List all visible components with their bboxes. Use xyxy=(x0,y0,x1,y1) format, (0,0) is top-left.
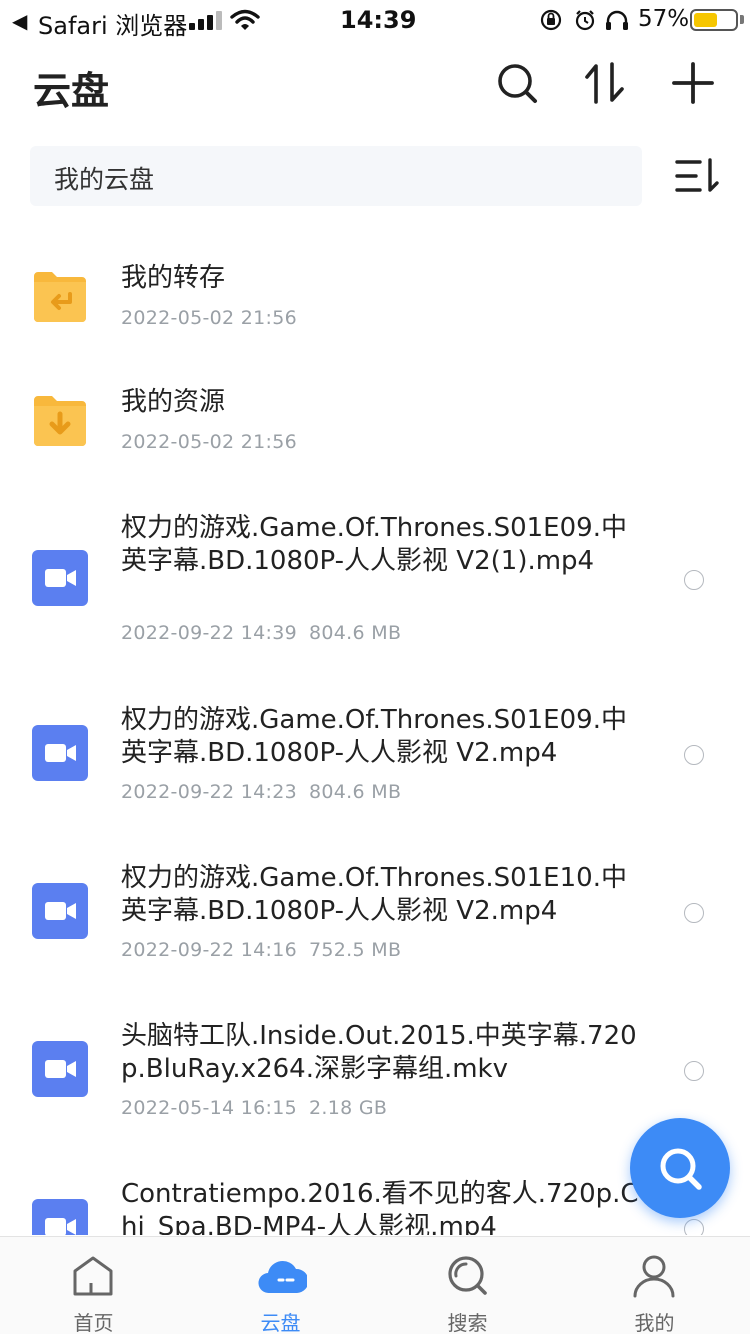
battery-fill xyxy=(694,13,717,27)
sort-icon[interactable] xyxy=(674,156,720,196)
file-name: 我的资源 xyxy=(121,387,226,417)
status-icons xyxy=(540,9,628,31)
file-row[interactable]: 权力的游戏.Game.Of.Thrones.S01E09.中英字幕.BD.108… xyxy=(0,490,750,644)
folder-row[interactable]: 我的资源 2022-05-02 21:56 xyxy=(0,354,750,453)
file-name: 权力的游戏.Game.Of.Thrones.S01E09.中英字幕.BD.108… xyxy=(121,705,627,768)
tab-home[interactable]: 首页 xyxy=(0,1237,187,1334)
file-name: Contratiempo.2016.看不见的客人.720p.Chi_Spa.BD… xyxy=(121,1179,639,1235)
select-checkbox[interactable] xyxy=(684,1061,704,1081)
alarm-icon xyxy=(575,10,595,31)
file-size: 804.6 MB xyxy=(309,622,402,644)
search-icon[interactable] xyxy=(494,60,540,106)
status-bar: ◀ Safari 浏览器 14:39 57% xyxy=(0,0,750,40)
file-name: 头脑特工队.Inside.Out.2015.中英字幕.720p.BluRay.x… xyxy=(121,1021,637,1084)
battery-tip xyxy=(740,15,744,24)
home-icon xyxy=(73,1256,113,1296)
file-row[interactable]: 头脑特工队.Inside.Out.2015.中英字幕.720p.BluRay.x… xyxy=(0,1000,750,1119)
file-row[interactable]: 权力的游戏.Game.Of.Thrones.S01E10.中英字幕.BD.108… xyxy=(0,840,750,961)
file-name: 我的转存 xyxy=(121,263,226,293)
battery-icon xyxy=(690,9,738,31)
battery-percent: 57% xyxy=(638,6,690,32)
file-date: 2022-09-22 14:39 xyxy=(121,622,298,644)
back-app-label[interactable]: Safari 浏览器 xyxy=(38,6,187,41)
wifi-icon xyxy=(230,9,260,30)
back-arrow-icon[interactable]: ◀ xyxy=(12,9,27,33)
profile-icon xyxy=(633,1255,675,1298)
file-size: 2.18 GB xyxy=(309,1097,388,1119)
search-icon xyxy=(448,1256,487,1295)
video-file-icon xyxy=(32,1041,88,1097)
clock: 14:39 xyxy=(340,6,417,34)
orientation-lock-icon xyxy=(540,9,562,31)
file-name: 权力的游戏.Game.Of.Thrones.S01E10.中英字幕.BD.108… xyxy=(121,863,627,926)
file-meta: 2022-09-22 14:23 804.6 MB xyxy=(121,781,401,803)
tab-bar: 首页 云盘 搜索 我的 xyxy=(0,1236,750,1334)
add-icon[interactable] xyxy=(670,60,716,106)
file-meta: 2022-05-14 16:15 2.18 GB xyxy=(121,1097,387,1119)
search-icon xyxy=(660,1148,702,1190)
file-size: 804.6 MB xyxy=(309,781,402,803)
file-meta: 2022-09-22 14:16 752.5 MB xyxy=(121,939,401,961)
tab-cloud-label: 云盘 xyxy=(260,1311,301,1334)
file-meta: 2022-09-22 14:39 804.6 MB xyxy=(121,622,401,644)
video-file-icon xyxy=(32,725,88,781)
file-meta: 2022-05-02 21:56 xyxy=(121,431,297,453)
transfer-icon[interactable] xyxy=(582,60,628,106)
tab-profile-label: 我的 xyxy=(634,1311,675,1334)
tab-search[interactable]: 搜索 xyxy=(374,1237,561,1334)
file-row[interactable]: 权力的游戏.Game.Of.Thrones.S01E09.中英字幕.BD.108… xyxy=(0,680,750,803)
file-size: 752.5 MB xyxy=(309,939,402,961)
tab-cloud[interactable]: 云盘 xyxy=(187,1237,374,1334)
video-file-icon xyxy=(32,550,88,606)
floating-search-button[interactable] xyxy=(630,1118,730,1218)
tab-home-label: 首页 xyxy=(73,1311,114,1334)
file-date: 2022-05-14 16:15 xyxy=(121,1097,298,1119)
video-file-icon xyxy=(32,883,88,939)
select-checkbox[interactable] xyxy=(684,1219,704,1235)
tab-search-label: 搜索 xyxy=(447,1311,488,1334)
file-meta: 2022-05-02 21:56 xyxy=(121,307,297,329)
folder-row[interactable]: 我的转存 2022-05-02 21:56 xyxy=(0,230,750,329)
select-checkbox[interactable] xyxy=(684,745,704,765)
file-name: 权力的游戏.Game.Of.Thrones.S01E09.中英字幕.BD.108… xyxy=(121,513,627,576)
select-checkbox[interactable] xyxy=(684,570,704,590)
headphones-icon xyxy=(606,10,628,30)
cloud-icon xyxy=(258,1260,307,1294)
video-file-icon xyxy=(32,1199,88,1235)
file-date: 2022-09-22 14:23 xyxy=(121,781,298,803)
folder-icon xyxy=(32,268,88,324)
file-date: 2022-09-22 14:16 xyxy=(121,939,298,961)
select-checkbox[interactable] xyxy=(684,903,704,923)
breadcrumb-label: 我的云盘 xyxy=(54,165,155,194)
signal-icon xyxy=(189,11,222,30)
tab-profile[interactable]: 我的 xyxy=(561,1237,748,1334)
file-list[interactable]: 我的转存 2022-05-02 21:56 我的资源 2022-05-02 21:56… xyxy=(0,230,750,1235)
file-date: 2022-05-02 21:56 xyxy=(121,307,298,329)
file-date: 2022-05-02 21:56 xyxy=(121,431,298,453)
breadcrumb[interactable]: 我的云盘 xyxy=(30,146,642,206)
page-title: 云盘 xyxy=(33,69,110,113)
folder-icon xyxy=(32,392,88,448)
